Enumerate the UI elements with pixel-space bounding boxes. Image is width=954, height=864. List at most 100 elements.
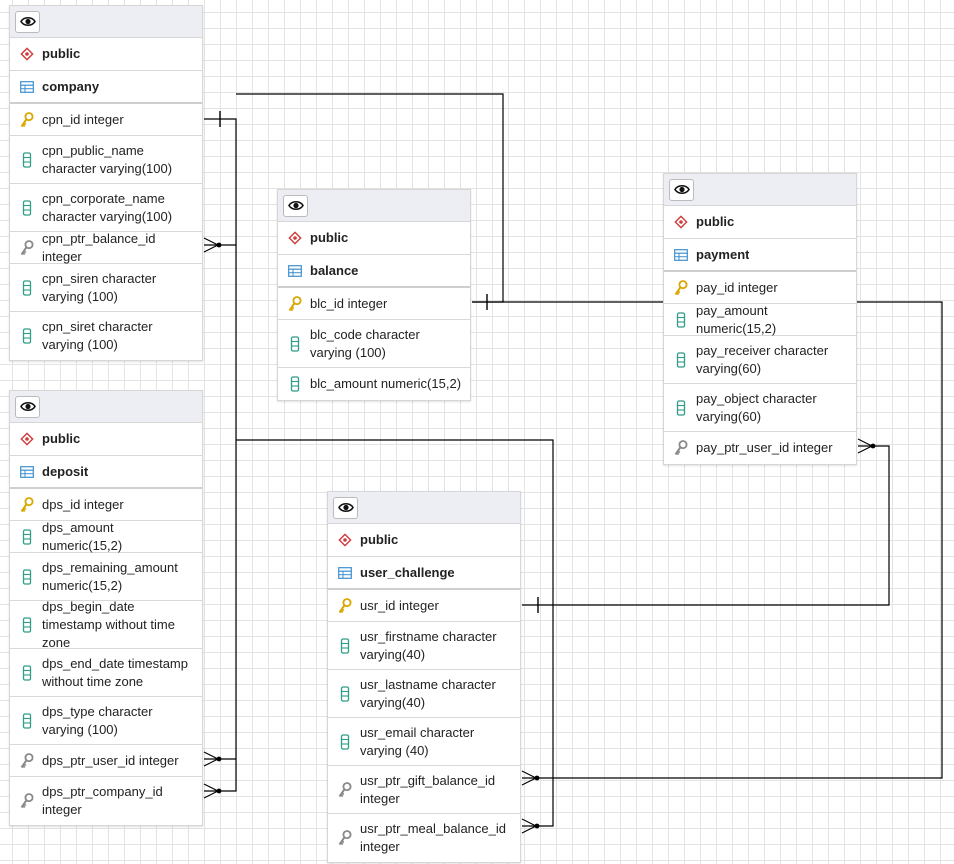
schema-icon: [288, 230, 302, 246]
eye-icon[interactable]: [333, 496, 358, 519]
column-row[interactable]: dps_amount numeric(15,2): [10, 520, 202, 553]
table-name: deposit: [42, 463, 89, 479]
foreign-key-icon: [20, 239, 34, 256]
crows-foot-mark: [857, 438, 873, 447]
column-row[interactable]: usr_ptr_gift_balance_id integer: [328, 766, 520, 814]
table-user-challenge[interactable]: public user_challenge usr_id integer usr…: [327, 491, 521, 863]
key-icon: [20, 496, 34, 513]
column-label: dps_id integer: [42, 496, 124, 512]
schema-icon: [338, 532, 352, 548]
table-name: user_challenge: [360, 564, 455, 580]
column-row[interactable]: blc_amount numeric(15,2): [278, 368, 470, 400]
column-row[interactable]: usr_firstname character varying(40): [328, 622, 520, 670]
column-row[interactable]: pay_ptr_user_id integer: [664, 432, 856, 464]
column-row[interactable]: cpn_ptr_balance_id integer: [10, 230, 202, 264]
column-icon: [288, 376, 302, 392]
crows-foot-mark: [203, 244, 219, 253]
table-balance[interactable]: public balance blc_id integer blc_code c…: [277, 189, 471, 401]
key-icon: [338, 597, 352, 614]
column-row[interactable]: cpn_id integer: [10, 104, 202, 136]
eye-icon[interactable]: [283, 194, 308, 217]
column-icon: [20, 199, 34, 216]
crows-foot-mark: [203, 790, 219, 799]
schema-row: public: [328, 524, 520, 557]
foreign-key-icon: [338, 830, 352, 846]
table-deposit[interactable]: public deposit dps_id integer dps_amount…: [9, 390, 203, 826]
column-row[interactable]: usr_ptr_meal_balance_id integer: [328, 814, 520, 862]
column-row[interactable]: pay_amount numeric(15,2): [664, 302, 856, 336]
eye-icon[interactable]: [669, 178, 694, 201]
column-row[interactable]: dps_remaining_amount numeric(15,2): [10, 553, 202, 601]
column-label: pay_ptr_user_id integer: [696, 440, 833, 455]
column-label: dps_end_date timestamp without time zone: [42, 655, 188, 689]
column-row[interactable]: blc_id integer: [278, 288, 470, 320]
column-row[interactable]: dps_begin_date timestamp without time zo…: [10, 599, 202, 650]
table-name-row: user_challenge: [328, 557, 520, 590]
relation-deposit-company: [204, 118, 237, 792]
column-row[interactable]: cpn_siret character varying (100): [10, 312, 202, 360]
table-toolbar: [10, 391, 202, 423]
crows-foot-mark: [857, 445, 873, 454]
column-label: dps_remaining_amount numeric(15,2): [42, 559, 178, 593]
schema-icon: [674, 214, 688, 230]
table-icon: [338, 565, 352, 581]
column-row[interactable]: pay_id integer: [664, 272, 856, 304]
column-row[interactable]: dps_end_date timestamp without time zone: [10, 649, 202, 697]
column-label: blc_code character varying (100): [310, 326, 420, 360]
schema-label: public: [42, 431, 81, 446]
table-name: balance: [310, 262, 359, 278]
column-row[interactable]: dps_ptr_user_id integer: [10, 745, 202, 777]
column-label: pay_id integer: [696, 279, 778, 295]
column-icon: [20, 568, 34, 585]
crows-foot-dot: [216, 242, 222, 248]
crows-foot-mark: [203, 237, 219, 246]
column-row[interactable]: pay_receiver character varying(60): [664, 336, 856, 384]
column-label: usr_ptr_meal_balance_id integer: [360, 821, 506, 854]
table-name: payment: [696, 246, 750, 262]
crows-foot-mark: [521, 818, 537, 827]
column-icon: [20, 151, 34, 168]
column-icon: [20, 712, 34, 729]
column-label: cpn_ptr_balance_id integer: [42, 230, 156, 264]
crows-foot-mark: [521, 777, 537, 786]
foreign-key-icon: [674, 440, 688, 456]
table-company[interactable]: public company cpn_id integer cpn_public…: [9, 5, 203, 361]
column-row[interactable]: pay_object character varying(60): [664, 384, 856, 432]
column-row[interactable]: blc_code character varying (100): [278, 320, 470, 368]
column-row[interactable]: usr_id integer: [328, 590, 520, 622]
column-label: dps_ptr_company_id integer: [42, 784, 163, 817]
column-row[interactable]: dps_ptr_company_id integer: [10, 777, 202, 825]
column-row[interactable]: dps_type character varying (100): [10, 697, 202, 745]
column-row[interactable]: cpn_public_name character varying(100): [10, 136, 202, 184]
column-row[interactable]: cpn_corporate_name character varying(100…: [10, 184, 202, 232]
column-label: usr_lastname character varying(40): [360, 676, 496, 710]
key-icon: [288, 295, 302, 312]
column-label: pay_receiver character varying(60): [696, 342, 829, 376]
table-toolbar: [10, 6, 202, 38]
key-icon: [20, 111, 34, 128]
table-name-row: balance: [278, 255, 470, 288]
column-icon: [338, 733, 352, 750]
column-label: dps_type character varying (100): [42, 703, 153, 737]
table-payment[interactable]: public payment pay_id integer pay_amount…: [663, 173, 857, 465]
crows-foot-mark: [203, 783, 219, 792]
column-label: cpn_id integer: [42, 111, 124, 127]
column-row[interactable]: cpn_siren character varying (100): [10, 264, 202, 312]
schema-label: public: [696, 214, 735, 229]
table-toolbar: [278, 190, 470, 222]
column-label: pay_amount numeric(15,2): [696, 302, 777, 336]
foreign-key-icon: [338, 781, 352, 798]
column-label: blc_id integer: [310, 295, 388, 311]
crows-foot-dot: [216, 788, 222, 794]
table-toolbar: [664, 174, 856, 206]
table-icon: [674, 247, 688, 263]
eye-icon[interactable]: [15, 10, 40, 33]
eye-icon[interactable]: [15, 395, 40, 418]
column-icon: [674, 351, 688, 368]
column-label: cpn_corporate_name character varying(100…: [42, 190, 173, 224]
table-name-row: company: [10, 71, 202, 104]
column-row[interactable]: dps_id integer: [10, 489, 202, 521]
column-label: usr_id integer: [360, 597, 439, 613]
column-row[interactable]: usr_lastname character varying(40): [328, 670, 520, 718]
column-row[interactable]: usr_email character varying (40): [328, 718, 520, 766]
